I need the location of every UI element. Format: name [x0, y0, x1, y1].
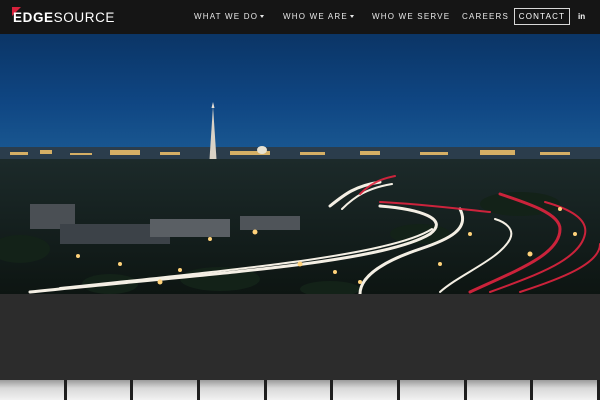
logo-text: EDGESOURCE [13, 10, 115, 25]
strip-tile [400, 380, 467, 400]
logo-text-source: SOURCE [53, 9, 116, 25]
hero-cityscape [0, 34, 600, 294]
logo-text-edge: EDGE [13, 9, 54, 25]
site-header: EDGESOURCE WHAT WE DO WHO WE ARE WHO WE … [0, 0, 600, 34]
image-strip [0, 380, 600, 400]
strip-tile [66, 380, 134, 400]
hero-image [0, 34, 600, 294]
nav-who-we-are[interactable]: WHO WE ARE [283, 12, 354, 21]
linkedin-icon[interactable]: in [578, 12, 585, 21]
site-logo[interactable]: EDGESOURCE [12, 7, 115, 26]
contact-button[interactable]: CONTACT [514, 8, 570, 25]
nav-who-we-serve-label: WHO WE SERVE [372, 12, 451, 21]
content-band [0, 294, 600, 380]
strip-tile [200, 380, 267, 400]
contact-button-label: CONTACT [518, 12, 566, 21]
nav-what-we-do-label: WHAT WE DO [194, 12, 259, 21]
strip-tile [266, 380, 334, 400]
strip-tile [533, 380, 600, 400]
strip-tile [0, 380, 67, 400]
strip-tile [333, 380, 401, 400]
nav-who-we-are-label: WHO WE ARE [283, 12, 348, 21]
nav-who-we-serve[interactable]: WHO WE SERVE [372, 12, 450, 21]
nav-careers[interactable]: CAREERS [462, 12, 509, 21]
chevron-down-icon [349, 15, 354, 18]
strip-tile [133, 380, 201, 400]
nav-careers-label: CAREERS [462, 12, 510, 21]
chevron-down-icon [260, 15, 265, 18]
nav-what-we-do[interactable]: WHAT WE DO [194, 12, 265, 21]
strip-tile [466, 380, 534, 400]
